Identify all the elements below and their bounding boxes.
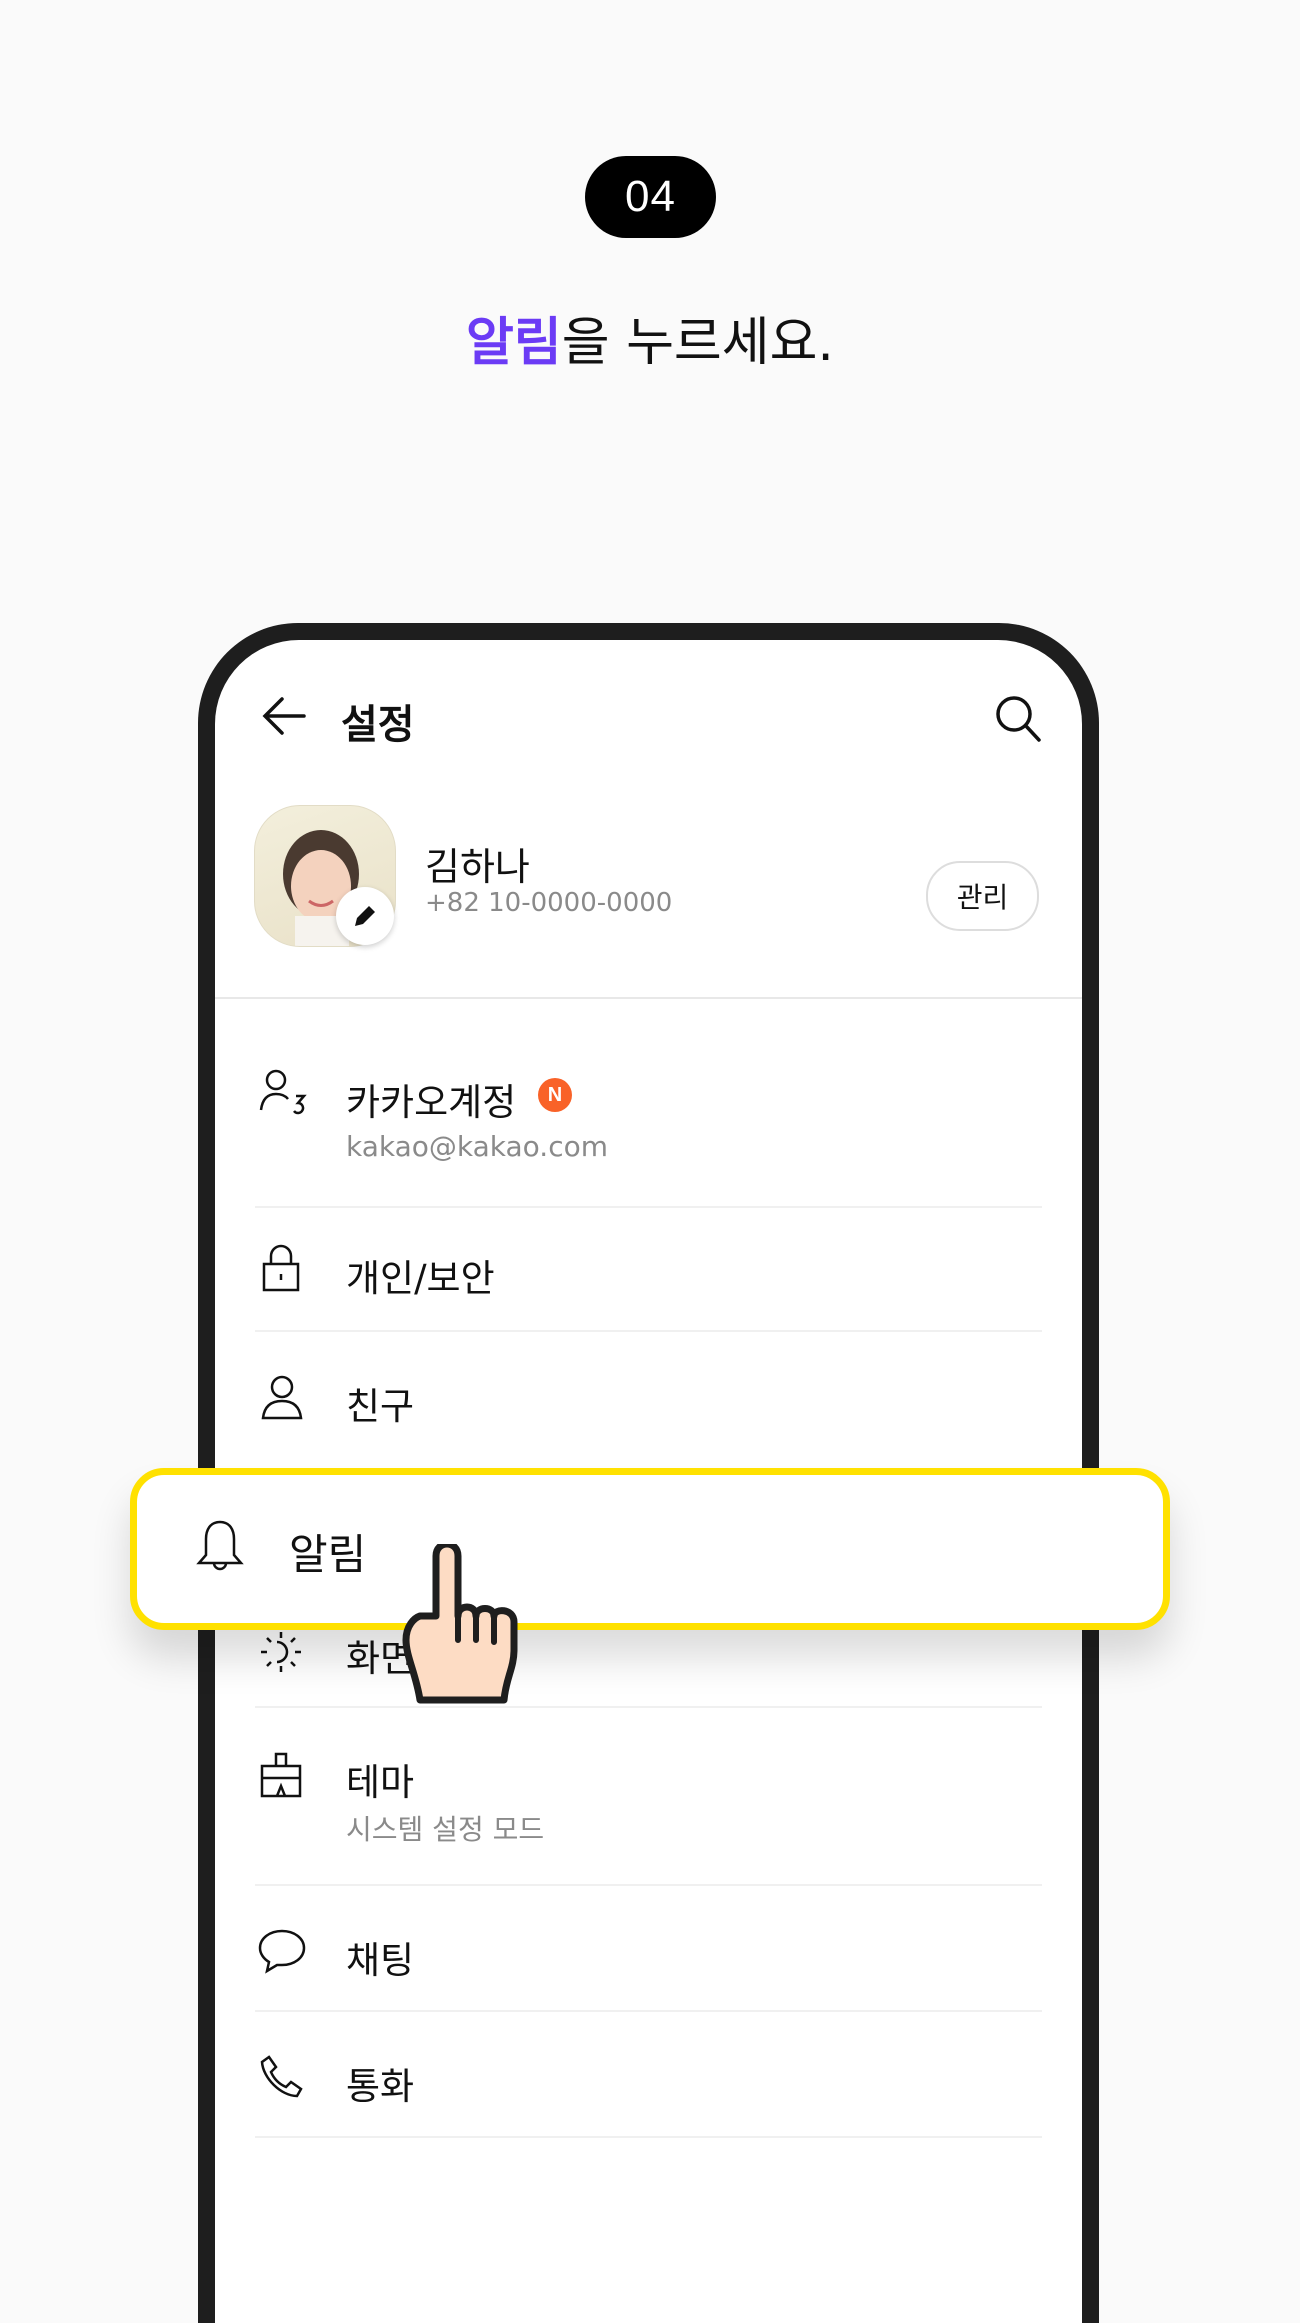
- search-button[interactable]: [994, 694, 1042, 744]
- page-title: 설정: [341, 702, 415, 748]
- phone-icon: [260, 2055, 303, 2098]
- menu-sub: kakao@kakao.com: [346, 1130, 608, 1163]
- manage-label: 관리: [956, 881, 1009, 914]
- menu-item-notifications-highlighted[interactable]: 알림: [130, 1468, 1170, 1630]
- bell-icon: [196, 1520, 244, 1571]
- arrow-left-icon: [262, 697, 306, 735]
- menu-label: 통화: [346, 2065, 415, 2108]
- person-icon: [261, 1375, 303, 1420]
- menu-label: 알림: [289, 1530, 367, 1579]
- profile-name: 김하나: [425, 845, 530, 889]
- instruction: 알림을 누르세요.: [0, 300, 1300, 375]
- menu-label: 친구: [346, 1385, 415, 1428]
- step-number: 04: [625, 172, 676, 221]
- profile-phone: +82 10-0000-0000: [425, 888, 673, 918]
- menu-label: 개인/보안: [346, 1257, 495, 1300]
- manage-button[interactable]: 관리: [926, 861, 1039, 931]
- profile-divider: [215, 997, 1082, 999]
- menu-sub: 시스템 설정 모드: [346, 1813, 545, 1846]
- edit-profile-button[interactable]: [336, 887, 394, 945]
- menu-item-chat[interactable]: 채팅: [215, 1886, 1082, 2010]
- menu-label: 테마: [346, 1761, 415, 1804]
- instruction-text: 을 누르세요.: [561, 313, 834, 373]
- menu-item-call[interactable]: 통화: [215, 2012, 1082, 2136]
- step-badge: 04: [585, 156, 716, 238]
- menu-item-friends[interactable]: 친구: [215, 1332, 1082, 1456]
- sun-icon: [261, 1632, 301, 1672]
- menu-item-kakao-account[interactable]: 카카오계정 N kakao@kakao.com: [215, 1040, 1082, 1206]
- menu-label: 카카오계정: [346, 1081, 517, 1124]
- divider: [255, 2136, 1042, 2138]
- pencil-icon: [355, 906, 375, 926]
- account-key-icon: [259, 1069, 307, 1115]
- back-button[interactable]: [262, 696, 306, 736]
- instruction-highlight: 알림: [466, 313, 562, 373]
- menu-item-theme[interactable]: 테마 시스템 설정 모드: [215, 1708, 1082, 1884]
- chat-bubble-icon: [258, 1929, 306, 1974]
- search-icon: [996, 696, 1041, 742]
- new-badge: N: [538, 1078, 572, 1112]
- brush-icon: [260, 1752, 302, 1798]
- new-badge-text: N: [547, 1083, 563, 1106]
- lock-icon: [262, 1244, 300, 1292]
- pointing-hand-icon: [402, 1544, 518, 1704]
- menu-item-privacy[interactable]: 개인/보안: [215, 1208, 1082, 1330]
- menu-label: 채팅: [346, 1939, 415, 1982]
